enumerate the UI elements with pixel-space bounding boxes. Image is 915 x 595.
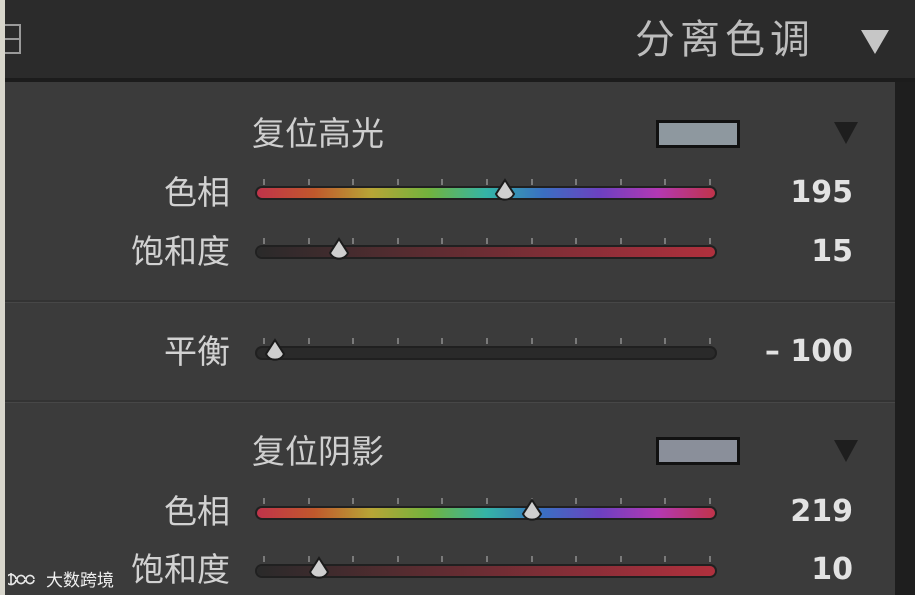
- slider-tick: [486, 498, 488, 504]
- slider-tick: [664, 498, 667, 504]
- highlights-saturation-slider-thumb[interactable]: [324, 237, 354, 267]
- slider-tick: [307, 238, 310, 244]
- slider-tick: [575, 338, 578, 344]
- slider-tick: [575, 556, 578, 562]
- highlights-hue-slider[interactable]: [257, 188, 715, 198]
- slider-tick: [575, 179, 578, 185]
- shadows-hue-slider[interactable]: [257, 508, 715, 518]
- slider-tick: [441, 338, 444, 344]
- reset-highlights-button[interactable]: 复位高光: [252, 114, 384, 154]
- slider-tick: [709, 556, 711, 562]
- slider-tick: [664, 338, 667, 344]
- slider-tick: [352, 556, 355, 562]
- slider-tick: [619, 338, 622, 344]
- balance-slider-thumb[interactable]: [260, 338, 290, 368]
- highlights-hue-slider-thumb[interactable]: [490, 178, 520, 208]
- highlights-hue-label: 色相: [164, 173, 230, 212]
- balance-label: 平衡: [164, 332, 230, 371]
- highlights-color-picker-triangle-icon[interactable]: [834, 122, 858, 144]
- slider-tick: [263, 179, 265, 185]
- slider-tick: [619, 179, 622, 185]
- reset-shadows-button[interactable]: 复位阴影: [252, 432, 384, 472]
- slider-tick: [307, 498, 310, 504]
- highlights-saturation-label: 饱和度: [131, 232, 230, 271]
- slider-tick: [396, 556, 399, 562]
- slider-tick: [396, 498, 399, 504]
- shadows-hue-label: 色相: [164, 492, 230, 531]
- highlights-hue-value[interactable]: 195: [790, 173, 853, 213]
- slider-tick: [441, 556, 444, 562]
- slider-tick: [307, 338, 310, 344]
- shadows-saturation-value[interactable]: 10: [811, 550, 853, 590]
- slider-tick: [307, 179, 310, 185]
- slider-tick: [396, 238, 399, 244]
- slider-tick: [664, 556, 667, 562]
- collapse-triangle-icon[interactable]: [861, 30, 889, 54]
- slider-tick: [530, 338, 533, 344]
- slider-tick: [619, 556, 622, 562]
- balance-slider[interactable]: [257, 348, 715, 358]
- highlights-color-swatch[interactable]: [656, 120, 740, 148]
- slider-tick: [263, 498, 265, 504]
- slider-tick: [486, 338, 488, 344]
- shadows-hue-slider-thumb[interactable]: [517, 498, 547, 528]
- slider-tick: [352, 179, 355, 185]
- slider-tick: [441, 498, 444, 504]
- slider-tick: [263, 556, 265, 562]
- balance-ticks: [257, 338, 715, 344]
- shadows-color-swatch[interactable]: [656, 437, 740, 465]
- watermark-logo-icon: [8, 572, 35, 585]
- slider-tick: [396, 179, 399, 185]
- slider-tick: [709, 338, 711, 344]
- slider-tick: [352, 498, 355, 504]
- slider-tick: [709, 498, 711, 504]
- slider-tick: [486, 238, 488, 244]
- slider-tick: [619, 498, 622, 504]
- highlights-hue-ticks: [257, 179, 715, 185]
- slider-tick: [575, 498, 578, 504]
- panel-scroll-edge: [895, 82, 915, 595]
- watermark: 大数跨境: [8, 566, 114, 591]
- shadows-saturation-slider-thumb[interactable]: [304, 556, 334, 586]
- slider-tick: [575, 238, 578, 244]
- slider-tick: [709, 179, 711, 185]
- slider-tick: [486, 556, 488, 562]
- slider-tick: [441, 179, 444, 185]
- highlights-saturation-value[interactable]: 15: [811, 232, 853, 272]
- watermark-text: 大数跨境: [46, 571, 114, 591]
- slider-tick: [396, 338, 399, 344]
- slider-tick: [709, 238, 711, 244]
- panel-toggle-icon[interactable]: [5, 24, 21, 54]
- slider-tick: [486, 179, 488, 185]
- slider-tick: [530, 179, 533, 185]
- slider-tick: [664, 238, 667, 244]
- slider-tick: [664, 179, 667, 185]
- slider-tick: [619, 238, 622, 244]
- slider-tick: [352, 338, 355, 344]
- shadows-hue-value[interactable]: 219: [790, 492, 853, 532]
- shadows-saturation-label: 饱和度: [131, 550, 230, 589]
- balance-value[interactable]: – 100: [765, 332, 853, 372]
- shadows-hue-ticks: [257, 498, 715, 504]
- panel-title: 分离色调: [635, 17, 815, 63]
- slider-tick: [530, 238, 533, 244]
- shadows-color-picker-triangle-icon[interactable]: [834, 440, 858, 462]
- slider-tick: [263, 238, 265, 244]
- slider-tick: [441, 238, 444, 244]
- section-divider: [5, 300, 895, 303]
- slider-tick: [530, 556, 533, 562]
- panel-header[interactable]: 分离色调: [5, 0, 915, 82]
- section-divider: [5, 400, 895, 403]
